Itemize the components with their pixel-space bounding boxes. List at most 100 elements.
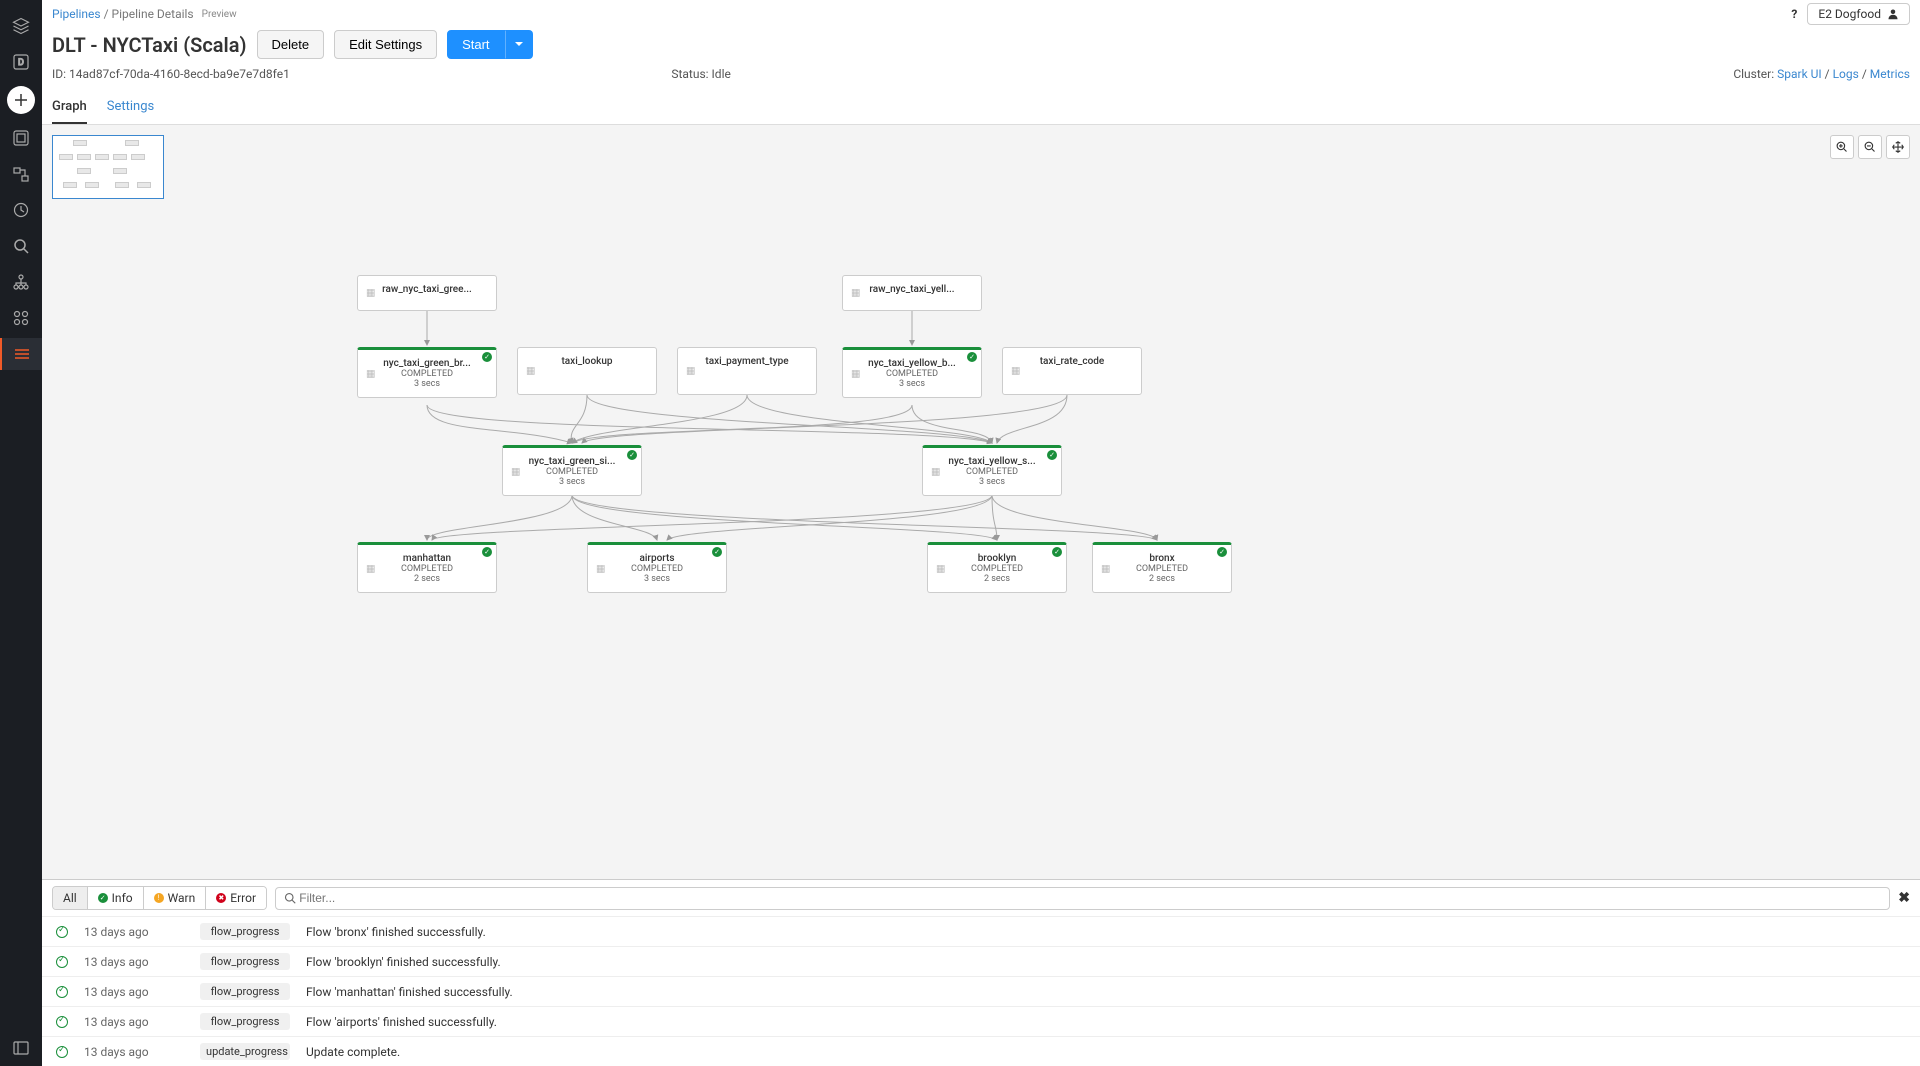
node-green-si[interactable]: ▦nyc_taxi_green_si...COMPLETED3 secs [502,445,642,496]
node-status: COMPLETED [631,564,683,574]
zoom-in-button[interactable] [1830,135,1854,159]
table-icon: ▦ [366,368,375,379]
filter-warn[interactable]: !Warn [144,887,207,909]
log-timestamp: 13 days ago [84,985,184,999]
node-yellow-s[interactable]: ▦nyc_taxi_yellow_s...COMPLETED3 secs [922,445,1062,496]
node-brooklyn[interactable]: ▦brooklynCOMPLETED2 secs [927,542,1067,593]
node-bronx[interactable]: ▦bronxCOMPLETED2 secs [1092,542,1232,593]
log-message: Flow 'brooklyn' finished successfully. [306,955,501,969]
tab-graph[interactable]: Graph [52,91,87,124]
log-row[interactable]: 13 days agoflow_progressFlow 'airports' … [42,1006,1920,1036]
log-row[interactable]: 13 days agoflow_progressFlow 'brooklyn' … [42,946,1920,976]
node-yellow-b[interactable]: ▦nyc_taxi_yellow_b...COMPLETED3 secs [842,347,982,398]
zoom-fit-button[interactable] [1886,135,1910,159]
node-time: 3 secs [414,379,440,389]
node-rate[interactable]: ▦ taxi_rate_code [1002,347,1142,395]
ok-icon [56,1046,68,1058]
sidebar-item-flow[interactable] [0,158,42,190]
ok-icon [56,986,68,998]
status-label: Status: [671,67,708,81]
ok-icon [56,926,68,938]
minimap[interactable] [52,135,164,199]
filter-all[interactable]: All [53,887,88,909]
spark-ui-link[interactable]: Spark UI [1777,67,1822,81]
sidebar-item-box[interactable] [0,122,42,154]
sidebar-add[interactable] [7,86,35,114]
check-icon [482,352,492,362]
node-title: nyc_taxi_yellow_s... [948,456,1035,467]
table-icon: ▦ [511,466,520,477]
log-timestamp: 13 days ago [84,925,184,939]
node-title: nyc_taxi_green_si... [529,456,616,467]
node-title: nyc_taxi_yellow_b... [868,358,956,369]
node-title: taxi_rate_code [1040,356,1105,367]
node-green-br[interactable]: ▦nyc_taxi_green_br...COMPLETED3 secs [357,347,497,398]
log-row[interactable]: 13 days agoupdate_progressUpdate complet… [42,1036,1920,1066]
delete-button[interactable]: Delete [257,30,325,59]
node-airports[interactable]: ▦airportsCOMPLETED3 secs [587,542,727,593]
log-type: flow_progress [200,983,290,1000]
log-filter-group: All ✓Info !Warn ✖Error [52,886,267,910]
sidebar-item-pipelines[interactable] [0,338,42,370]
check-icon [1052,547,1062,557]
sidebar-logo[interactable] [0,10,42,42]
metrics-link[interactable]: Metrics [1870,67,1910,81]
info-icon: ✓ [98,893,108,903]
table-icon: ▦ [1101,563,1110,574]
start-button[interactable]: Start [447,30,504,59]
sidebar-item-recents[interactable] [0,194,42,226]
sidebar-item-tree[interactable] [0,266,42,298]
log-type: flow_progress [200,953,290,970]
node-payment[interactable]: ▦taxi_payment_type [677,347,817,395]
table-icon: ▦ [1011,366,1020,377]
node-time: 2 secs [984,574,1010,584]
log-close-button[interactable]: ✖ [1898,890,1910,906]
sidebar-item-search[interactable] [0,230,42,262]
log-type: update_progress [200,1043,290,1060]
node-raw-yellow[interactable]: ▦ raw_nyc_taxi_yell... [842,275,982,311]
user-menu[interactable]: E2 Dogfood [1807,3,1910,25]
sidebar-item-compute[interactable] [0,302,42,334]
node-manhattan[interactable]: ▦manhattanCOMPLETED2 secs [357,542,497,593]
log-panel: All ✓Info !Warn ✖Error ✖ 13 days agoflow… [42,879,1920,1066]
preview-badge: Preview [202,9,237,20]
log-type: flow_progress [200,923,290,940]
node-time: 2 secs [414,574,440,584]
help-icon[interactable]: ? [1791,7,1797,21]
sidebar-item-d[interactable]: D [0,46,42,78]
node-title: nyc_taxi_green_br... [383,358,471,369]
zoom-out-button[interactable] [1858,135,1882,159]
node-raw-green[interactable]: ▦raw_nyc_taxi_gree... [357,275,497,311]
node-status: COMPLETED [1136,564,1188,574]
table-icon: ▦ [931,466,940,477]
search-icon [284,892,296,904]
check-icon [1047,450,1057,460]
table-icon: ▦ [851,288,860,299]
node-time: 3 secs [899,379,925,389]
table-icon: ▦ [936,563,945,574]
log-timestamp: 13 days ago [84,1045,184,1059]
start-dropdown[interactable] [505,30,533,59]
node-title: raw_nyc_taxi_yell... [869,284,954,295]
filter-info[interactable]: ✓Info [88,887,144,909]
check-icon [482,547,492,557]
graph-canvas[interactable]: ▦raw_nyc_taxi_gree... ▦ raw_nyc_taxi_yell… [42,125,1920,879]
log-row[interactable]: 13 days agoflow_progressFlow 'manhattan'… [42,976,1920,1006]
log-filter-input[interactable] [299,891,1881,905]
breadcrumb-root[interactable]: Pipelines [52,7,101,21]
node-status: COMPLETED [966,467,1018,477]
node-title: manhattan [403,553,451,564]
edit-settings-button[interactable]: Edit Settings [334,30,437,59]
user-icon [1887,8,1899,20]
filter-error[interactable]: ✖Error [206,887,266,909]
sidebar-item-panel[interactable] [0,1032,42,1064]
logs-link[interactable]: Logs [1833,67,1859,81]
warn-icon: ! [154,893,164,903]
breadcrumb-current: Pipeline Details [112,7,194,21]
node-lookup[interactable]: ▦taxi_lookup [517,347,657,395]
node-title: taxi_lookup [561,356,612,367]
log-row[interactable]: 13 days agoflow_progressFlow 'bronx' fin… [42,916,1920,946]
node-title: brooklyn [978,553,1017,564]
tab-settings[interactable]: Settings [107,91,154,124]
log-message: Flow 'airports' finished successfully. [306,1015,497,1029]
